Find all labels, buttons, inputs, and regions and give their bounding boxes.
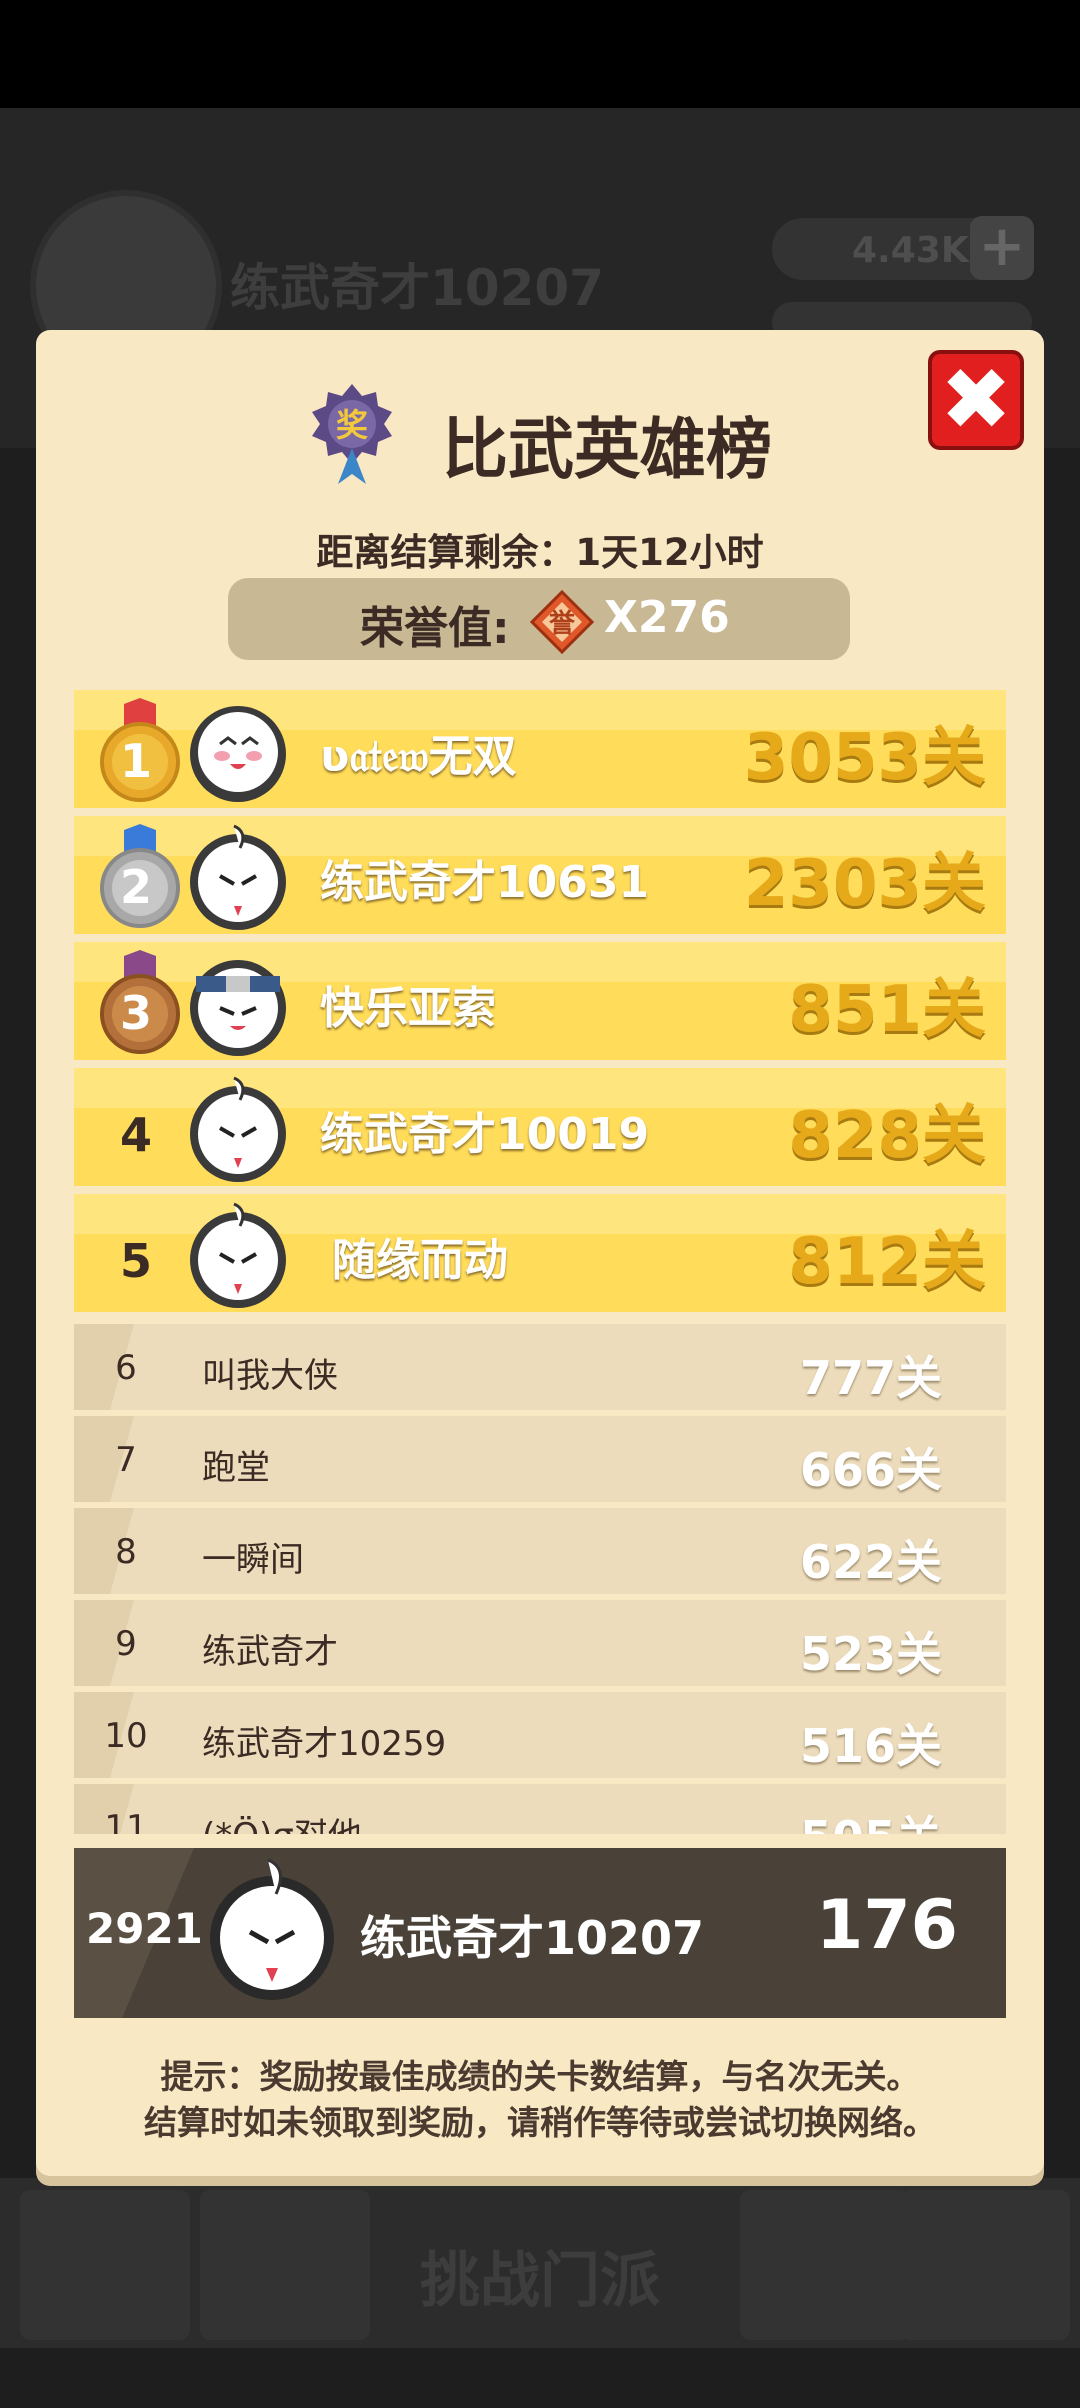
my-rank-row: 2921 练武奇才10207 176 [74,1848,1006,2018]
player-name: 练武奇才10019 [320,1109,650,1160]
rank-number: 2 [119,860,152,914]
leaderboard-scroll-list[interactable]: 6 叫我大侠 777关 7 跑堂 666关 8 一瞬间 622关 9 练武奇才 … [0,1320,1080,1834]
leaderboard-row-6[interactable]: 6 叫我大侠 777关 [74,1324,1006,1410]
background-tab-cultivate [200,2190,370,2340]
player-name: ʋ𝔞𝔱𝔢𝔴无双 [320,731,517,782]
background-add-coin-button: + [970,216,1034,280]
leaderboard-row-5[interactable]: 5 随缘而动 812关 [74,1194,1006,1312]
player-avatar [190,706,286,802]
background-coin-value: 4.43K [852,230,969,271]
background-tab-collect [900,2190,1070,2340]
rank-number: 5 [119,1234,152,1288]
player-score: 666关 [799,1443,942,1497]
svg-text:奖: 奖 [336,406,368,444]
background-tab-task [20,2190,190,2340]
player-score: 851关 [788,973,986,1047]
leaderboard-row-2[interactable]: 2 练武奇才10631 2303关 [74,816,1006,934]
player-score: 777关 [799,1351,942,1405]
honor-token-icon: 誉 [530,590,594,654]
player-name: 练武奇才10631 [320,857,650,908]
player-name: 练武奇才 [202,1632,338,1672]
rank-number: 8 [115,1532,137,1572]
leaderboard-row-4[interactable]: 4 练武奇才10019 828关 [74,1068,1006,1186]
status-bar [0,0,1080,108]
background-challenge-label: 挑战门派 [420,2246,660,2316]
player-avatar [190,1076,286,1182]
leaderboard-row-3[interactable]: 3 快乐亚索 851关 [74,942,1006,1060]
player-name: 练武奇才10259 [202,1724,447,1764]
player-name: (*Ö)σ怼他 [202,1808,362,1834]
rank-number: 1 [119,734,152,788]
player-name: 叫我大侠 [202,1356,338,1396]
tip-line-1: 提示：奖励按最佳成绩的关卡数结算，与名次无关。 [160,2057,920,2096]
svg-text:誉: 誉 [549,609,576,639]
player-score: 2303关 [743,847,986,921]
player-score: 622关 [799,1535,942,1589]
rank-number: 11 [104,1808,148,1834]
background-player-name: 练武奇才10207 [230,259,604,317]
rank-number: 3 [119,986,152,1040]
rank-number: 4 [119,1108,152,1162]
player-score: 523关 [799,1627,942,1681]
rank-number: 9 [115,1624,137,1664]
leaderboard-row-1[interactable]: 1 ʋ𝔞𝔱𝔢𝔴无双 3053关 [74,690,1006,808]
player-score: 828关 [788,1099,986,1173]
leaderboard-row-9[interactable]: 9 练武奇才 523关 [74,1600,1006,1686]
leaderboard-row-10[interactable]: 10 练武奇才10259 516关 [74,1692,1006,1778]
player-name: 快乐亚索 [320,983,496,1034]
player-score: 505关 [800,1802,942,1834]
my-score: 176 [816,1886,958,1965]
leaderboard-row-11[interactable]: 11 (*Ö)σ怼他 505关 [74,1784,1006,1834]
player-name: 随缘而动 [332,1235,508,1286]
player-avatar [190,824,286,930]
rank-number: 7 [115,1440,137,1480]
settlement-timer: 距离结算剩余：1天12小时 [316,531,764,574]
close-button[interactable]: ✖ [928,350,1024,450]
player-name: 一瞬间 [202,1540,304,1580]
player-score: 3053关 [743,721,986,795]
leaderboard-row-8[interactable]: 8 一瞬间 622关 [74,1508,1006,1594]
my-rank-number: 2921 [86,1904,203,1953]
player-score: 812关 [788,1225,986,1299]
tip-line-2: 结算时如未领取到奖励，请稍作等待或尝试切换网络。 [144,2103,936,2142]
background-tab-sect [740,2190,910,2340]
my-avatar [210,1858,334,2000]
player-avatar [190,1202,286,1308]
rank-number: 6 [115,1348,137,1388]
player-avatar [190,960,286,1056]
honor-label: 荣誉值: [360,603,510,654]
player-score: 516关 [799,1719,942,1773]
leaderboard-row-7[interactable]: 7 跑堂 666关 [74,1416,1006,1502]
my-player-name: 练武奇才10207 [360,1911,705,1965]
player-name: 跑堂 [202,1448,270,1488]
award-badge-icon: 奖 [312,384,392,484]
dialog-title: 比武英雄榜 [442,411,772,488]
rank-number: 10 [104,1716,148,1756]
honor-value: X276 [604,592,730,643]
